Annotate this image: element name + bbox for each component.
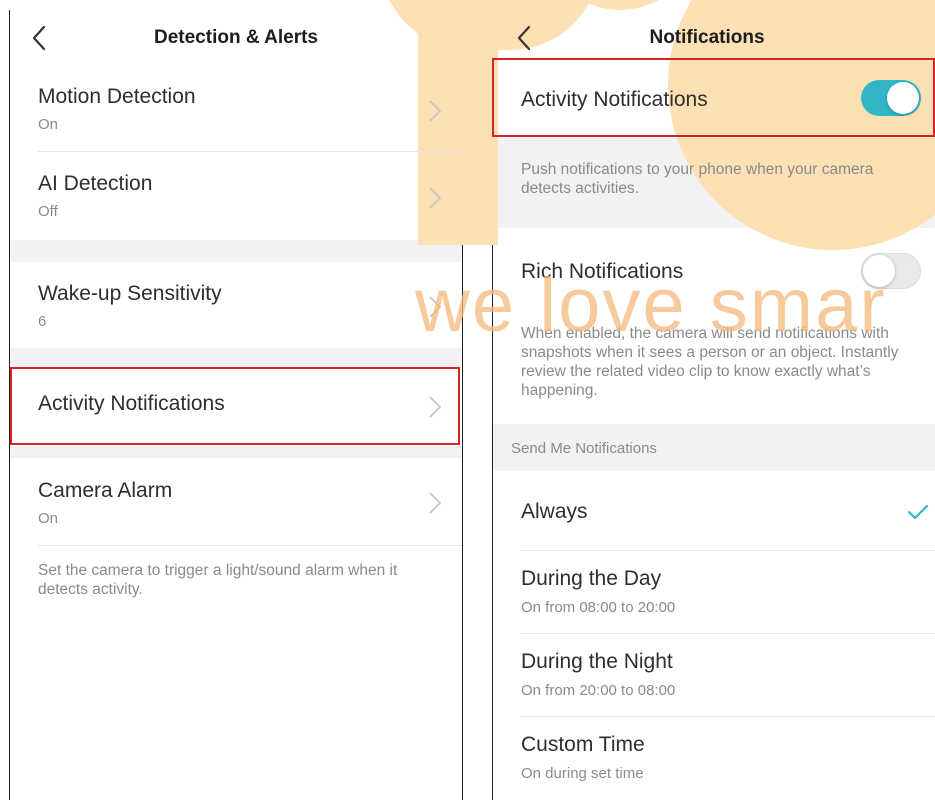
schedule-option-day[interactable]: During the Day On from 08:00 to 20:00 bbox=[493, 551, 935, 633]
schedule-option-label: During the Day bbox=[521, 567, 662, 590]
rich-notifications-row: Rich Notifications bbox=[493, 242, 935, 304]
motion-detection-row[interactable]: Motion Detection On bbox=[10, 72, 462, 160]
camera-alarm-label: Camera Alarm bbox=[38, 479, 173, 502]
schedule-option-label: During the Night bbox=[521, 650, 673, 673]
wakeup-sensitivity-value: 6 bbox=[38, 313, 47, 330]
ai-detection-label: AI Detection bbox=[38, 172, 153, 195]
schedule-option-label: Always bbox=[521, 500, 588, 523]
camera-alarm-row[interactable]: Camera Alarm On bbox=[10, 458, 462, 546]
chevron-right-icon bbox=[429, 100, 442, 122]
rich-notifications-label: Rich Notifications bbox=[521, 260, 684, 283]
wakeup-sensitivity-row[interactable]: Wake-up Sensitivity 6 bbox=[10, 262, 462, 348]
ai-detection-row[interactable]: AI Detection Off bbox=[10, 152, 462, 240]
chevron-right-icon bbox=[429, 187, 442, 209]
schedule-option-always[interactable]: Always bbox=[493, 471, 935, 551]
schedule-option-label: Custom Time bbox=[521, 733, 645, 756]
schedule-option-sub: On from 08:00 to 20:00 bbox=[521, 599, 676, 616]
left-navbar: Detection & Alerts bbox=[10, 10, 462, 66]
camera-alarm-value: On bbox=[38, 510, 59, 527]
rich-notifications-toggle[interactable] bbox=[861, 253, 921, 289]
highlight-box bbox=[10, 367, 460, 445]
ai-detection-value: Off bbox=[38, 203, 58, 220]
motion-detection-value: On bbox=[38, 116, 59, 133]
section-header: Send Me Notifications bbox=[493, 424, 935, 471]
section-gap bbox=[10, 446, 462, 458]
schedule-option-night[interactable]: During the Night On from 20:00 to 08:00 bbox=[493, 634, 935, 716]
chevron-right-icon bbox=[429, 492, 442, 514]
section-gap bbox=[10, 240, 462, 262]
schedule-option-sub: On during set time bbox=[521, 765, 644, 782]
section-gap bbox=[10, 348, 462, 368]
camera-alarm-note: Set the camera to trigger a light/sound … bbox=[38, 562, 398, 598]
page-title: Notifications bbox=[649, 27, 765, 48]
page-title: Detection & Alerts bbox=[154, 27, 318, 48]
wakeup-sensitivity-label: Wake-up Sensitivity bbox=[38, 282, 222, 305]
rich-notifications-description: When enabled, the camera will send notif… bbox=[521, 325, 899, 399]
motion-detection-label: Motion Detection bbox=[38, 85, 196, 108]
chevron-right-icon bbox=[429, 296, 442, 318]
checkmark-icon bbox=[907, 504, 929, 520]
schedule-option-sub: On from 20:00 to 08:00 bbox=[521, 682, 676, 699]
send-me-notifications-header: Send Me Notifications bbox=[511, 440, 657, 457]
activity-notifications-description: Push notifications to your phone when yo… bbox=[521, 161, 874, 197]
highlight-box bbox=[492, 58, 935, 137]
